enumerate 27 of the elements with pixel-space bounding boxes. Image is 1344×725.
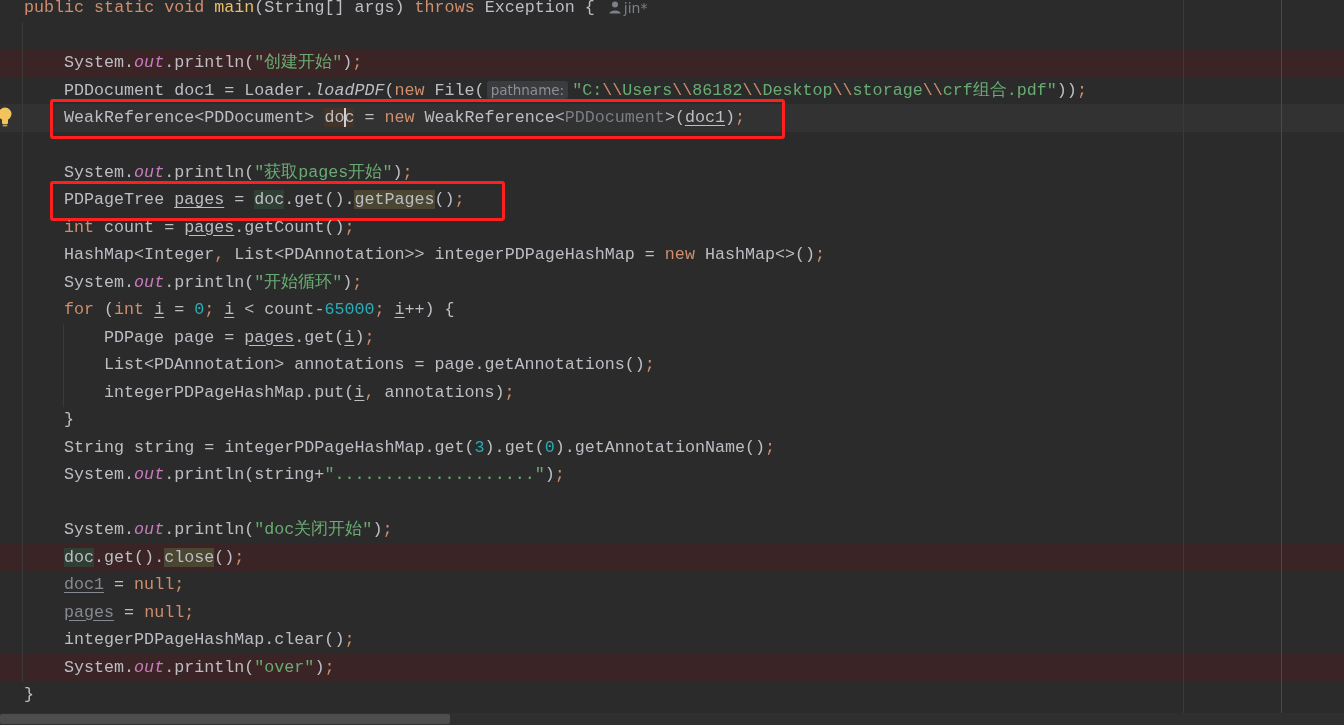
code-line: integerPDPageHashMap.clear(); [64,629,355,652]
horizontal-scrollbar[interactable] [0,713,1344,725]
code-line: } [64,409,74,432]
code-line: System.out.println("创建开始"); [64,51,363,74]
code-line: HashMap<Integer, List<PDAnnotation>> integerPDPageHashMap = new HashMap<>(); [64,244,826,267]
code-line: System.out.println("over"); [64,656,335,679]
code-line: for (int i = 0; i < count-65000; i++) { [64,299,455,322]
code-line: pages = null; [64,601,195,624]
code-line: doc1 = null; [64,574,185,597]
scrollbar-thumb[interactable] [0,714,450,724]
code-line: PDPage page = pages.get(i); [104,326,375,349]
code-line: String string = integerPDPageHashMap.get(3).get(0).getAnnotationName(); [64,436,776,459]
author-name[interactable]: jin* [623,0,648,16]
code-line: } [24,684,34,707]
code-line: PDDocument doc1 = Loader.loadPDF(new File( pathname: "C:\\Users\\86182\\Desktop\\storage\\crf组合.pdf")); [64,79,1087,102]
code-line: public static void main(String[] args) throws Exception { [24,0,595,19]
code-line: int count = pages.getCount(); [64,216,355,239]
code-line: List<PDAnnotation> annotations = page.getAnnotations(); [104,354,655,377]
code-line: integerPDPageHashMap.put(i, annotations); [104,381,515,404]
code-line: System.out.println(string+"...................."); [64,464,565,487]
code-line: System.out.println("开始循环"); [64,271,363,294]
code-line: PDPageTree pages = doc.get().getPages(); [64,189,465,212]
lightbulb-icon[interactable] [0,107,12,127]
code-line: doc.get().close(); [64,546,245,569]
code-line: System.out.println("获取pages开始"); [64,161,413,184]
code-line: System.out.println("doc关闭开始"); [64,519,393,542]
person-icon [608,1,621,15]
